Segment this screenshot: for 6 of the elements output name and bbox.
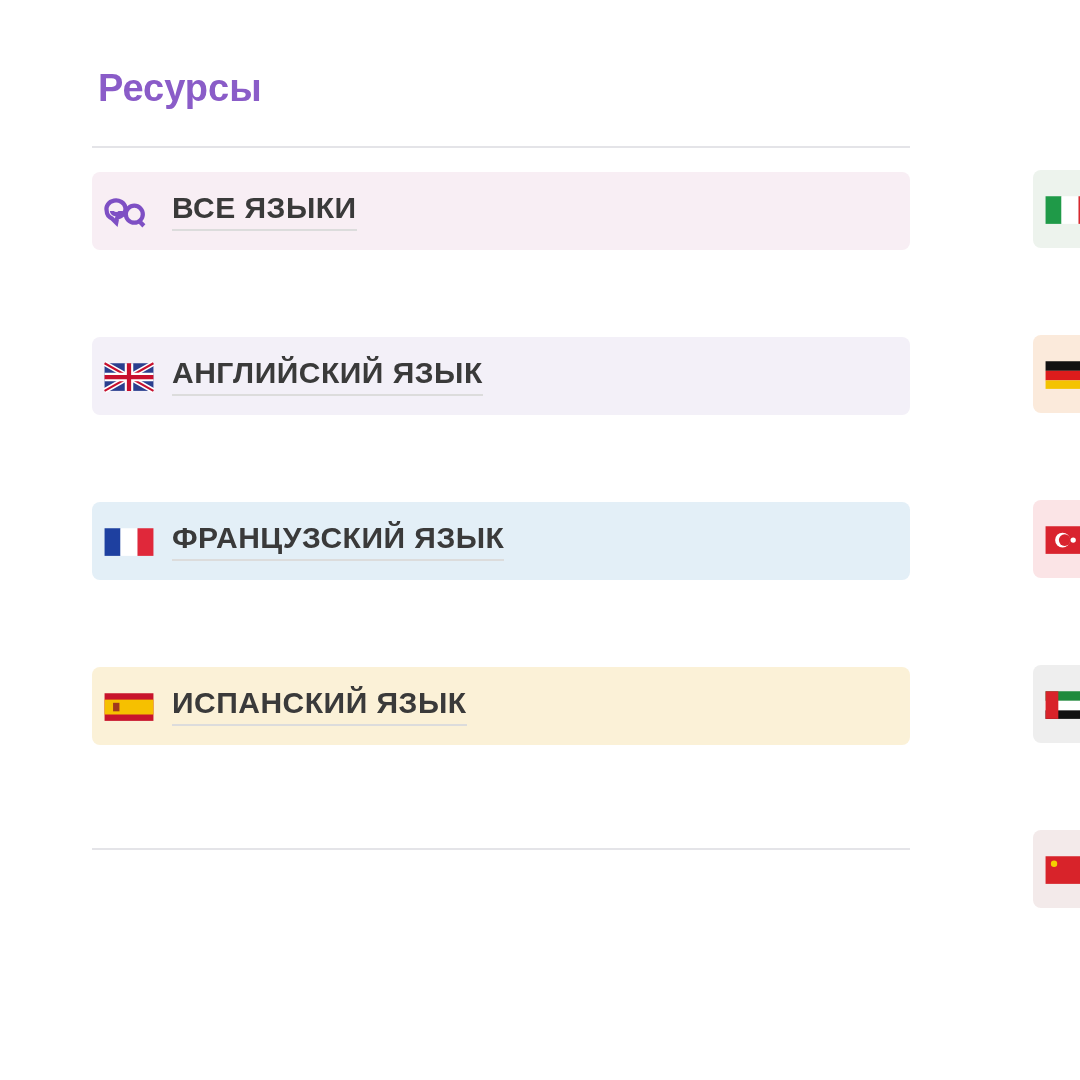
flag-icon [102, 359, 156, 393]
language-link[interactable]: ФРАНЦУЗСКИЙ ЯЗЫК [92, 502, 910, 580]
language-link[interactable]: ИСПАНСКИЙ ЯЗЫК [92, 667, 910, 745]
language-link[interactable]: ВСЕ ЯЗЫКИ [92, 172, 910, 250]
section-title: Ресурсы [98, 66, 263, 111]
language-link[interactable]: АНГЛИЙСКИЙ ЯЗЫК [92, 337, 910, 415]
